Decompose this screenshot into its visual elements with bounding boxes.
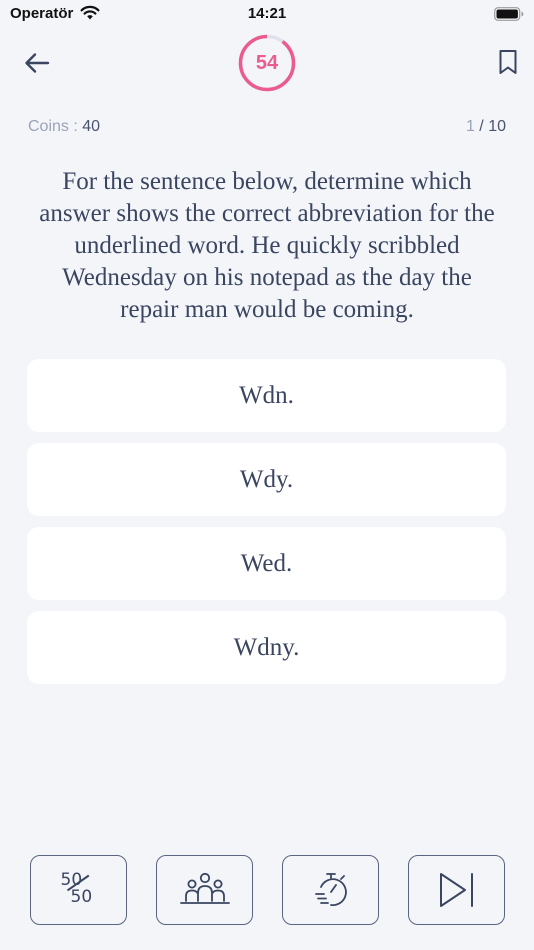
- quiz-meta: Coins : 40 1 / 10: [28, 118, 506, 140]
- status-time: 14:21: [247, 5, 287, 22]
- ask-audience-button[interactable]: [156, 855, 253, 925]
- status-bar: Operatör 14:21: [0, 0, 534, 28]
- battery-icon: [494, 7, 524, 21]
- stopwatch-icon: [314, 873, 347, 907]
- question-text: For the sentence below, determine which …: [39, 168, 495, 323]
- skip-question-button[interactable]: [408, 855, 505, 925]
- extra-time-button[interactable]: [282, 855, 379, 925]
- fifty-fifty-icon: 50 50: [59, 870, 99, 910]
- question-progress: 1 / 10: [466, 118, 506, 136]
- coins-value: 40: [82, 118, 101, 135]
- answer-option-4[interactable]: Wdny.: [27, 611, 506, 684]
- answer-option-2[interactable]: Wdy.: [27, 443, 506, 516]
- coins-display: Coins : 40: [28, 118, 100, 136]
- progress-separator: /: [474, 118, 489, 135]
- fifty-fifty-button[interactable]: 50 50: [30, 855, 127, 925]
- skip-icon: [439, 873, 473, 907]
- timer-value: 54: [255, 52, 279, 74]
- answer-option-3[interactable]: Wed.: [27, 527, 506, 600]
- arrow-left-icon[interactable]: [22, 48, 52, 78]
- answer-option-1[interactable]: Wdn.: [27, 359, 506, 432]
- lifeline-toolbar: 50 50: [0, 855, 534, 927]
- answer-list: Wdn. Wdy. Wed. Wdny.: [27, 359, 506, 695]
- coins-label: Coins :: [28, 118, 83, 135]
- quiz-header: 54: [0, 30, 534, 94]
- total-questions: 10: [488, 118, 506, 135]
- audience-icon: [179, 872, 230, 904]
- bookmark-icon[interactable]: [496, 48, 520, 76]
- countdown-timer: 54: [238, 34, 296, 92]
- current-question: 1: [465, 118, 475, 135]
- fifty-bottom: 50: [70, 887, 93, 907]
